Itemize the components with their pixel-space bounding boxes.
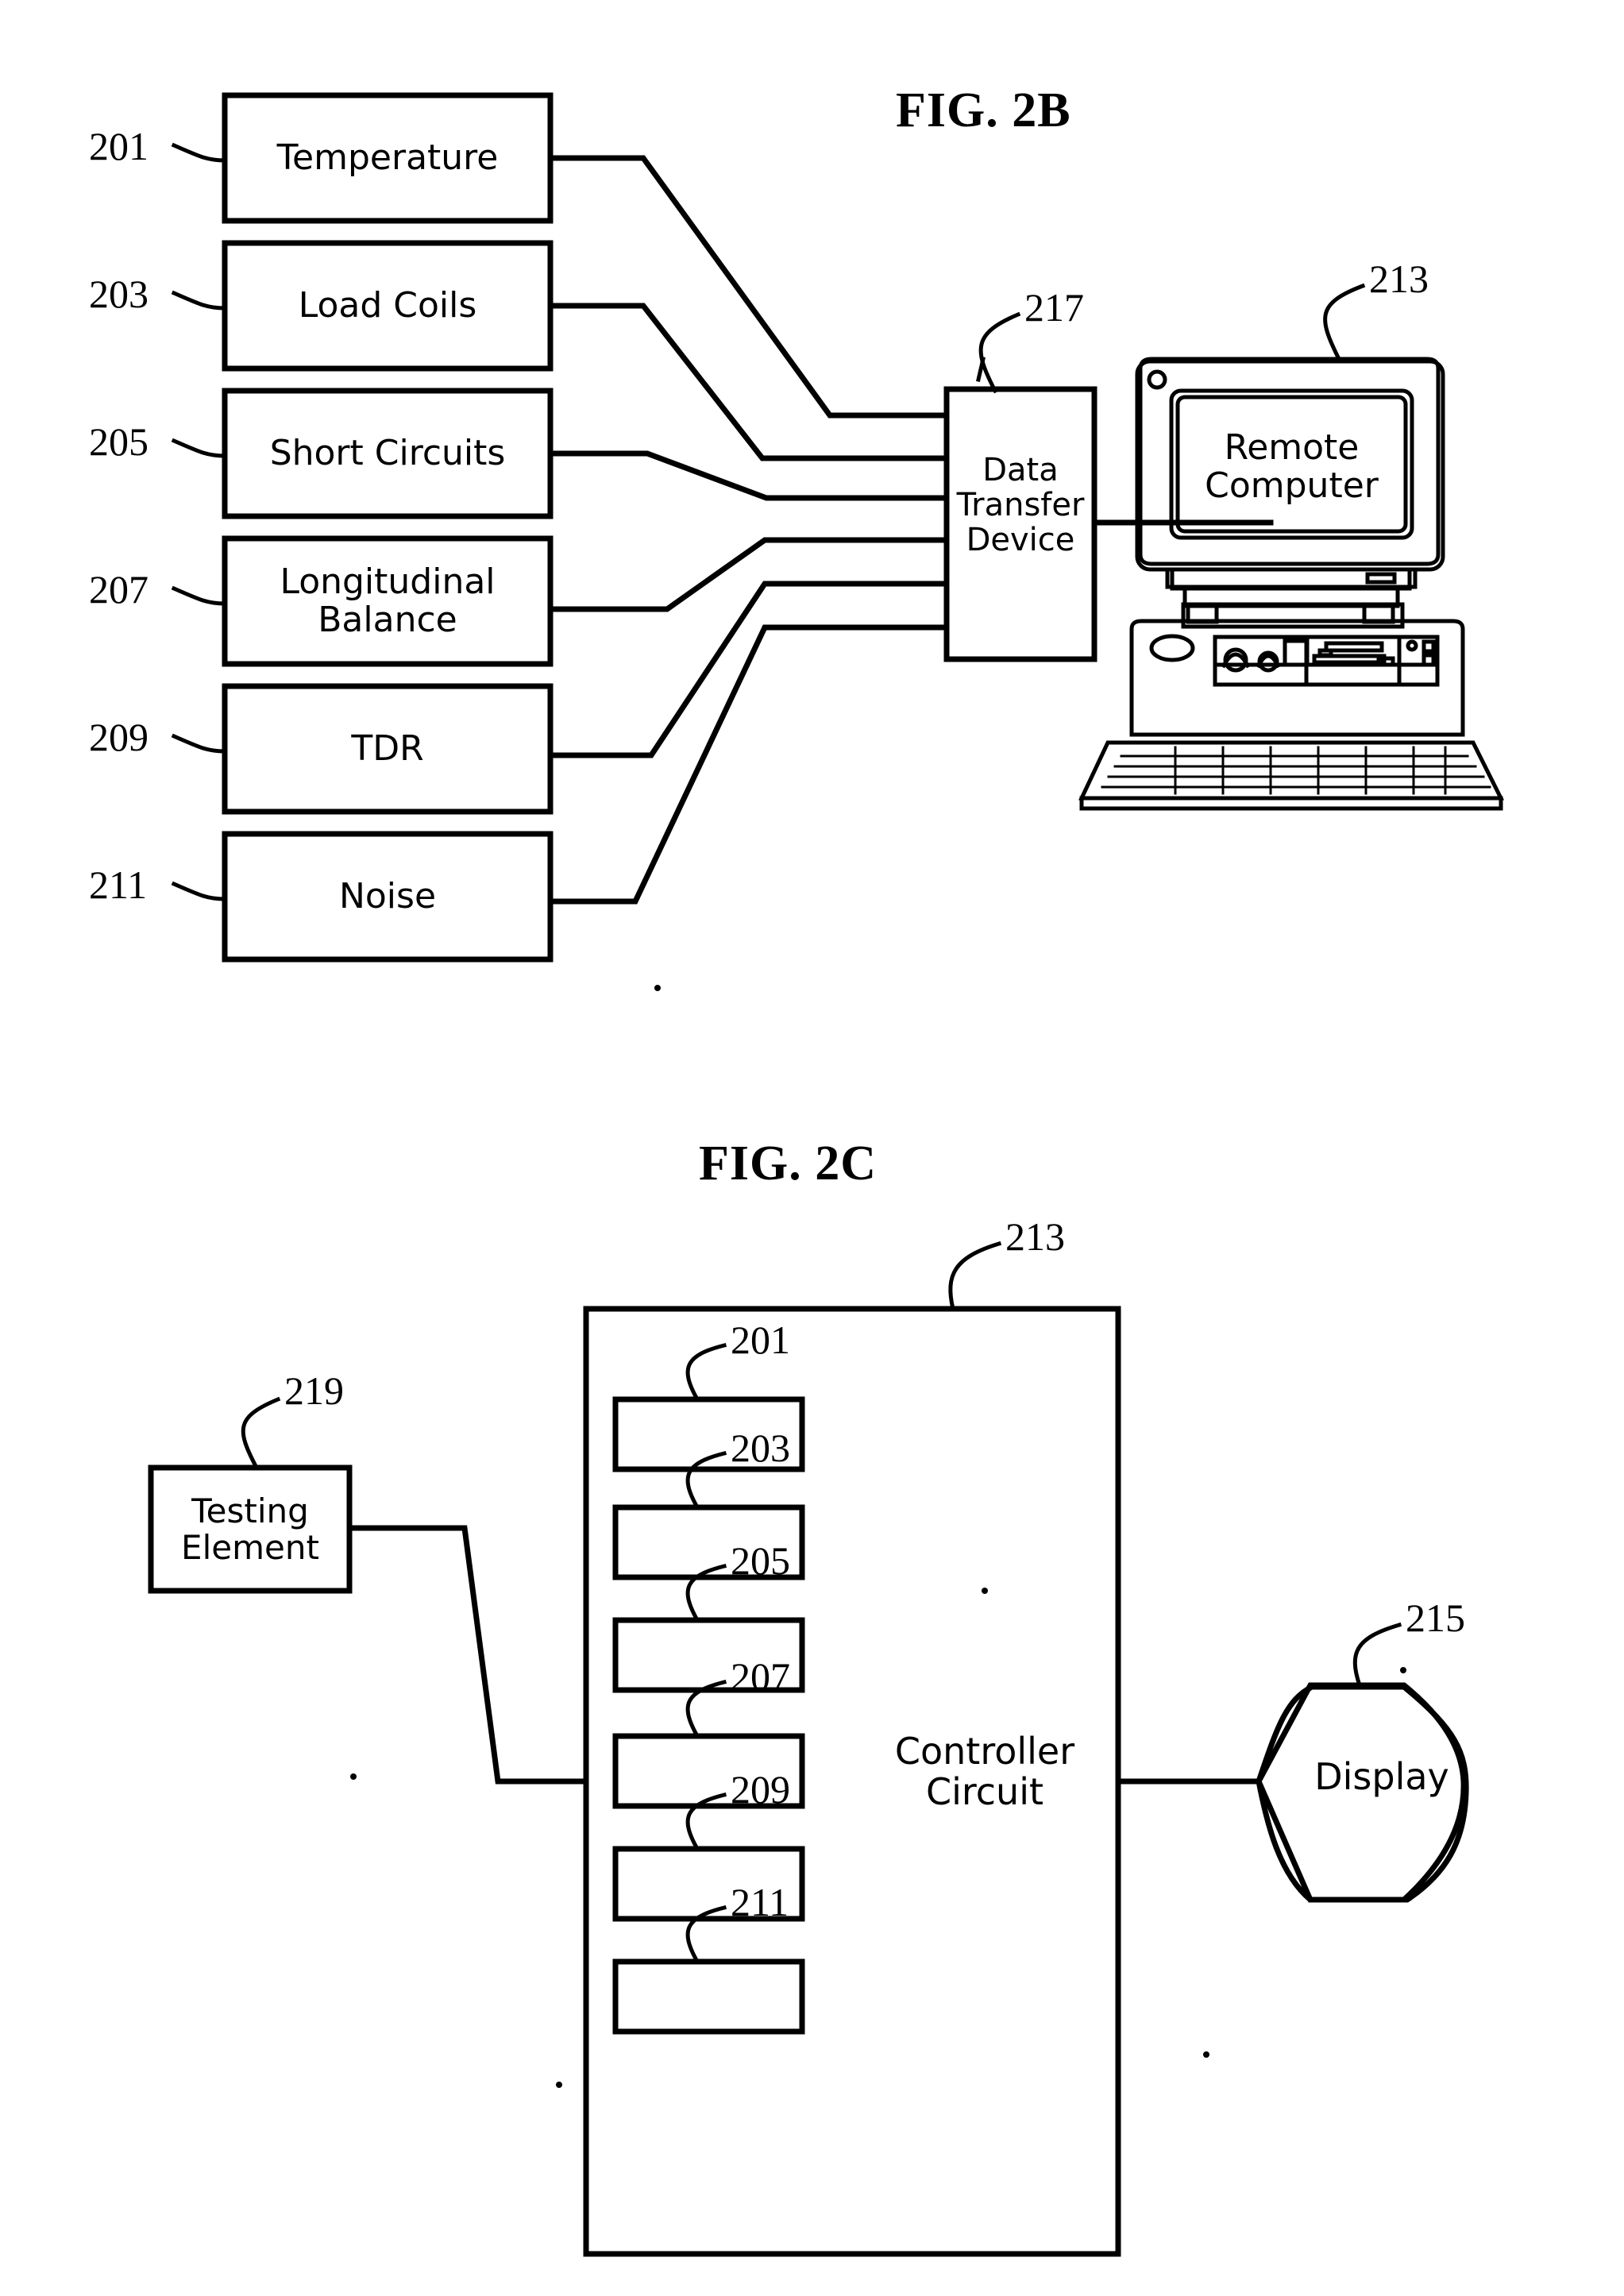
refnum-201-fig2c: 201 [731,1318,790,1362]
scan-specks [350,985,1406,2088]
leader-211-fig2c [685,1904,727,1963]
wire-testing-to-controller [346,1525,589,1785]
refnum-217: 217 [1024,285,1084,330]
fig2b-block-205 [222,388,554,519]
wire-201-to-dtd [547,155,950,419]
refnum-211-fig2c: 211 [731,1880,789,1924]
wire-211-to-dtd [547,624,950,905]
leader-203-fig2c [685,1450,727,1509]
refnum-219: 219 [284,1368,344,1413]
monitor-led [1147,369,1167,390]
tower-floppy-slot-1 [1324,641,1384,653]
keyboard-body [1078,740,1505,801]
refnum-209: 209 [89,715,149,759]
leader-213-fig2b [1323,283,1366,362]
wire-207-to-dtd [547,537,950,612]
leader-217 [978,311,1021,394]
leader-211 [171,881,227,901]
refnum-203-fig2c: 203 [731,1426,790,1470]
tower-slot-square [1283,639,1310,667]
leader-201-fig2c [685,1342,727,1401]
wire-203-to-dtd [547,303,950,461]
fig2b-block-211 [222,831,554,963]
refnum-203: 203 [89,272,149,316]
fig2b-block-203 [222,240,554,372]
remote-computer-label: Remote Computer [1205,427,1379,507]
refnum-205-fig2c: 205 [731,1538,790,1583]
tower-button-1 [1421,639,1436,654]
tower-power-dot [1406,639,1418,652]
tower-floppy-eject-1 [1317,648,1333,658]
refnum-201: 201 [89,124,149,168]
refnum-207-fig2c: 207 [731,1654,790,1699]
leader-219 [241,1396,281,1469]
tower-badge [1149,634,1195,662]
fig2b-block-207 [222,535,554,667]
leader-205-fig2c [685,1563,727,1622]
monitor-stand-notch [1365,572,1397,585]
controller-circuit-label: Controller Circuit [894,1730,1075,1813]
tower-button-2 [1421,653,1436,667]
fig2b-block-209 [222,683,554,815]
data-transfer-device-label: Data Transfer Device [956,452,1085,558]
leader-205 [171,438,227,458]
fig2c-testing-element-box [148,1464,353,1594]
fig2b-title: FIG. 2B [896,83,1071,137]
leader-215 [1352,1622,1402,1688]
keyboard-keys [1101,746,1491,795]
leader-213-fig2c [948,1241,1002,1312]
refnum-213-fig2b: 213 [1369,257,1429,301]
fig2c-inner-block-211 [612,1958,805,2035]
figure-sheet: FIG. 2B Temperature Load Coils Short Cir… [0,0,1624,2296]
leader-201 [171,142,227,163]
tick-217 [976,357,986,382]
fig2b-block-201 [222,92,554,224]
refnum-205: 205 [89,419,149,464]
leader-207 [171,585,227,606]
fig2c-title: FIG. 2C [699,1136,877,1190]
monitor-stand-bar [1165,567,1418,589]
refnum-213-fig2c: 213 [1005,1214,1065,1259]
keyboard-lip [1079,796,1503,811]
leader-209 [171,733,227,754]
refnum-211: 211 [89,862,148,907]
refnum-209-fig2c: 209 [731,1767,790,1812]
leader-209-fig2c [685,1792,727,1850]
leader-203 [171,290,227,311]
refnum-215: 215 [1406,1596,1465,1640]
refnum-207: 207 [89,567,149,612]
remote-computer-illustration [1078,357,1505,811]
display-label: Display [1314,1755,1449,1798]
